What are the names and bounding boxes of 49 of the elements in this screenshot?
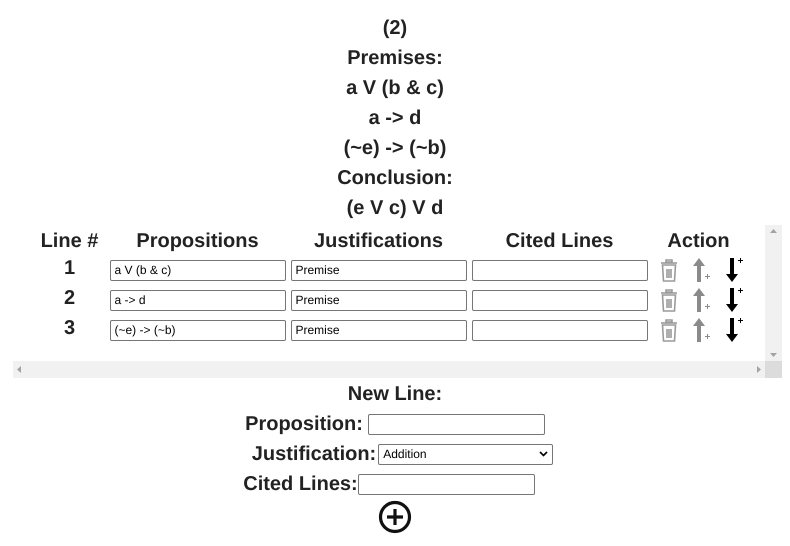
trash-icon[interactable]	[658, 287, 678, 313]
horizontal-scrollbar[interactable]	[12, 361, 764, 378]
premises-heading: Premises:	[347, 46, 443, 71]
line-number: 1	[64, 257, 76, 279]
scroll-up-icon[interactable]	[770, 229, 776, 233]
chevron-down-icon	[539, 451, 548, 457]
add-circle-icon[interactable]	[378, 500, 412, 534]
cited-lines-input[interactable]	[358, 474, 535, 494]
cited-lines-field[interactable]	[472, 290, 648, 310]
scroll-left-icon[interactable]	[16, 366, 20, 373]
justification-field[interactable]: Premise	[290, 320, 466, 340]
cited-lines-label: Cited Lines:	[243, 472, 358, 497]
line-number: 3	[64, 317, 76, 339]
proposition-input[interactable]	[368, 414, 545, 434]
conclusion-text: (e V c) V d	[346, 196, 444, 221]
column-header: Propositions	[135, 230, 260, 252]
justification-field[interactable]: Premise	[290, 290, 466, 310]
proposition-field[interactable]: (~e) -> (~b)	[110, 320, 286, 340]
cited-lines-field[interactable]	[472, 320, 648, 340]
premise-text: (~e) -> (~b)	[344, 136, 446, 161]
scroll-down-icon[interactable]	[770, 353, 776, 357]
conclusion-heading: Conclusion:	[337, 166, 453, 191]
problem-number: (2)	[382, 16, 408, 41]
column-header: Line #	[40, 230, 100, 252]
justification-select[interactable]: Addition	[378, 444, 554, 464]
column-header: Action	[666, 230, 731, 252]
arrow-down-plus-icon[interactable]	[724, 317, 744, 343]
proposition-label: Proposition:	[245, 412, 363, 437]
justification-field[interactable]: Premise	[290, 260, 466, 280]
column-header: Cited Lines	[504, 230, 614, 252]
trash-icon[interactable]	[658, 317, 678, 343]
arrow-down-plus-icon[interactable]	[724, 287, 744, 313]
premise-text: a -> d	[368, 106, 422, 131]
vertical-scrollbar[interactable]	[764, 225, 782, 361]
justification-label: Justification:	[252, 442, 376, 467]
scrollbar-corner	[764, 361, 782, 378]
line-number: 2	[64, 287, 76, 309]
proposition-field[interactable]: a V (b & c)	[110, 260, 286, 280]
column-header: Justifications	[313, 230, 444, 252]
new-line-heading: New Line:	[348, 382, 442, 407]
arrow-up-plus-icon[interactable]	[692, 257, 712, 283]
arrow-up-plus-icon[interactable]	[692, 317, 712, 343]
arrow-up-plus-icon[interactable]	[692, 287, 712, 313]
scroll-right-icon[interactable]	[756, 366, 760, 373]
trash-icon[interactable]	[658, 257, 678, 283]
premise-text: a V (b & c)	[346, 76, 444, 101]
cited-lines-field[interactable]	[472, 260, 648, 280]
proposition-field[interactable]: a -> d	[110, 290, 286, 310]
arrow-down-plus-icon[interactable]	[724, 257, 744, 283]
